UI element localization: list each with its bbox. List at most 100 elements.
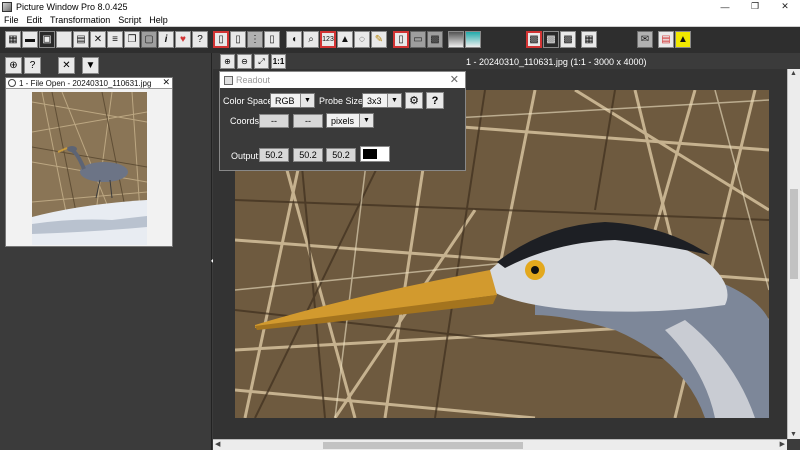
info-button[interactable]: i — [158, 31, 174, 48]
minimize-button[interactable]: — — [710, 0, 740, 13]
image-zoom-out-button[interactable]: ⊖ — [237, 54, 252, 69]
light-checker-button[interactable]: ▩ — [560, 31, 576, 48]
mask-icon: ▯ — [218, 34, 224, 45]
horizontal-scrollbar[interactable]: ◀ ▶ — [213, 439, 787, 450]
blank-button[interactable] — [56, 31, 72, 48]
paste-button[interactable]: ▢ — [141, 31, 157, 48]
lasso-button[interactable]: ◌ — [354, 31, 370, 48]
checker-bg-button[interactable]: ▩ — [526, 31, 542, 48]
one-to-one-label: 1:1 — [272, 57, 285, 66]
left-panel: ⊕ ? ✕ ▼ 1 - File Open - 20240310_110631.… — [0, 53, 212, 450]
coords-label: Coords: — [230, 116, 262, 126]
dark-checker-button[interactable]: ▩ — [543, 31, 559, 48]
scroll-right-icon[interactable]: ▶ — [780, 440, 785, 448]
compare-button[interactable]: ⋮ — [247, 31, 263, 48]
radio-icon[interactable] — [8, 79, 16, 87]
new-button[interactable]: ▦ — [5, 31, 21, 48]
scroll-left-icon[interactable]: ◀ — [215, 440, 220, 448]
title-bar: Picture Window Pro 8.0.425 — ❐ ✕ — [0, 0, 800, 13]
chevron-down-icon: ▼ — [359, 114, 373, 127]
list-icon: ≡ — [112, 34, 118, 45]
chevron-down-icon: ▼ — [85, 60, 96, 71]
thumb-dropdown-button[interactable]: ▼ — [82, 57, 99, 74]
color-gradient-button[interactable] — [465, 31, 481, 48]
copy-button[interactable]: ❐ — [124, 31, 140, 48]
thumbnail-image[interactable] — [32, 92, 147, 245]
open-button[interactable]: ▬ — [22, 31, 38, 48]
grid-icon: ▦ — [584, 34, 594, 45]
probe-size-select[interactable]: 3x3 ▼ — [362, 93, 402, 108]
grid-button[interactable]: ▦ — [581, 31, 597, 48]
thumbnail-panel[interactable]: 1 - File Open - 20240310_110631.jpg ✕ — [5, 77, 173, 247]
thumb-collapse-button[interactable]: ✕ — [58, 57, 75, 74]
menu-help[interactable]: Help — [145, 15, 172, 25]
fit-button[interactable]: ⤢ — [254, 54, 269, 69]
mask-edit-button[interactable]: ▩ — [427, 31, 443, 48]
menu-bar: File Edit Transformation Script Help — [0, 13, 800, 27]
page-tool-button[interactable]: ▯ — [230, 31, 246, 48]
mail-icon: ✉ — [640, 34, 650, 45]
horizontal-scroll-thumb[interactable] — [323, 442, 523, 449]
question-icon: ? — [197, 34, 203, 45]
image-zoom-in-button[interactable]: ⊕ — [220, 54, 235, 69]
menu-file[interactable]: File — [0, 15, 23, 25]
thumb-zoom-button[interactable]: ⊕ — [5, 57, 22, 74]
menu-script[interactable]: Script — [114, 15, 145, 25]
readout-settings-button[interactable]: ⚙ — [405, 92, 423, 109]
list-button[interactable]: ≡ — [107, 31, 123, 48]
split-button[interactable]: ▯ — [264, 31, 280, 48]
paste-icon: ▢ — [144, 34, 154, 45]
zoom-icon: ⌕ — [308, 34, 314, 45]
app-icon — [2, 1, 12, 12]
heart-icon: ♥ — [180, 34, 186, 45]
menu-edit[interactable]: Edit — [23, 15, 47, 25]
coord-units-value: pixels — [331, 115, 355, 126]
save-button[interactable]: ▣ — [39, 31, 55, 48]
collapse-icon: ✕ — [62, 60, 71, 71]
mouse-tool-button[interactable]: ◖ — [286, 31, 302, 48]
close-window-button[interactable]: ✕ — [770, 0, 800, 13]
favorite-button[interactable]: ♥ — [175, 31, 191, 48]
zoom-in-icon: ⊕ — [224, 57, 231, 66]
histogram-icon: ▲ — [340, 34, 350, 45]
gradient-button[interactable] — [448, 31, 464, 48]
thumbnail-close-icon[interactable]: ✕ — [162, 77, 170, 88]
probe-size-label: Probe Size: — [319, 96, 366, 106]
readout-help-button[interactable]: ? — [426, 92, 444, 109]
mail-button[interactable]: ✉ — [637, 31, 653, 48]
readout-window-icon — [224, 75, 233, 85]
copy-icon: ❐ — [127, 34, 137, 45]
readout-close-icon[interactable]: ✕ — [450, 73, 459, 86]
coord-y-field: -- — [293, 114, 323, 128]
vertical-scrollbar[interactable]: ▲ ▼ — [787, 69, 800, 439]
one-to-one-button[interactable]: 1:1 — [271, 54, 286, 69]
mask-view-icon: ▯ — [398, 34, 404, 45]
color-space-select[interactable]: RGB ▼ — [270, 93, 315, 108]
thumb-help-button[interactable]: ? — [24, 57, 41, 74]
readout-tool-button[interactable]: 123 — [320, 31, 336, 48]
readout-title-bar[interactable]: Readout ✕ — [220, 72, 465, 88]
zoom-tool-button[interactable]: ⌕ — [303, 31, 319, 48]
print-button[interactable]: ▤ — [73, 31, 89, 48]
probe-size-value: 3x3 — [367, 95, 382, 106]
vertical-scroll-thumb[interactable] — [790, 189, 798, 279]
mask-view-button[interactable]: ▯ — [393, 31, 409, 48]
output-color-swatch — [360, 146, 390, 162]
alert-button[interactable]: ▲ — [675, 31, 691, 48]
close-image-button[interactable]: ✕ — [90, 31, 106, 48]
maximize-button[interactable]: ❐ — [740, 0, 770, 13]
mask-option-button[interactable]: ▭ — [410, 31, 426, 48]
histogram-button[interactable]: ▲ — [337, 31, 353, 48]
scroll-down-icon[interactable]: ▼ — [790, 431, 797, 438]
mask-tool-button[interactable]: ▯ — [213, 31, 229, 48]
scroll-up-icon[interactable]: ▲ — [790, 70, 797, 77]
brush-button[interactable]: ✎ — [371, 31, 387, 48]
menu-transformation[interactable]: Transformation — [46, 15, 114, 25]
thumbnail-title: 1 - File Open - 20240310_110631.jpg — [19, 78, 152, 88]
mask-option-icon: ▭ — [413, 34, 423, 45]
output-red-field: 50.2 — [259, 148, 289, 162]
coord-units-select[interactable]: pixels ▼ — [326, 113, 374, 128]
print-red-button[interactable]: ▤ — [658, 31, 674, 48]
help-button[interactable]: ? — [192, 31, 208, 48]
new-icon: ▦ — [8, 34, 18, 45]
